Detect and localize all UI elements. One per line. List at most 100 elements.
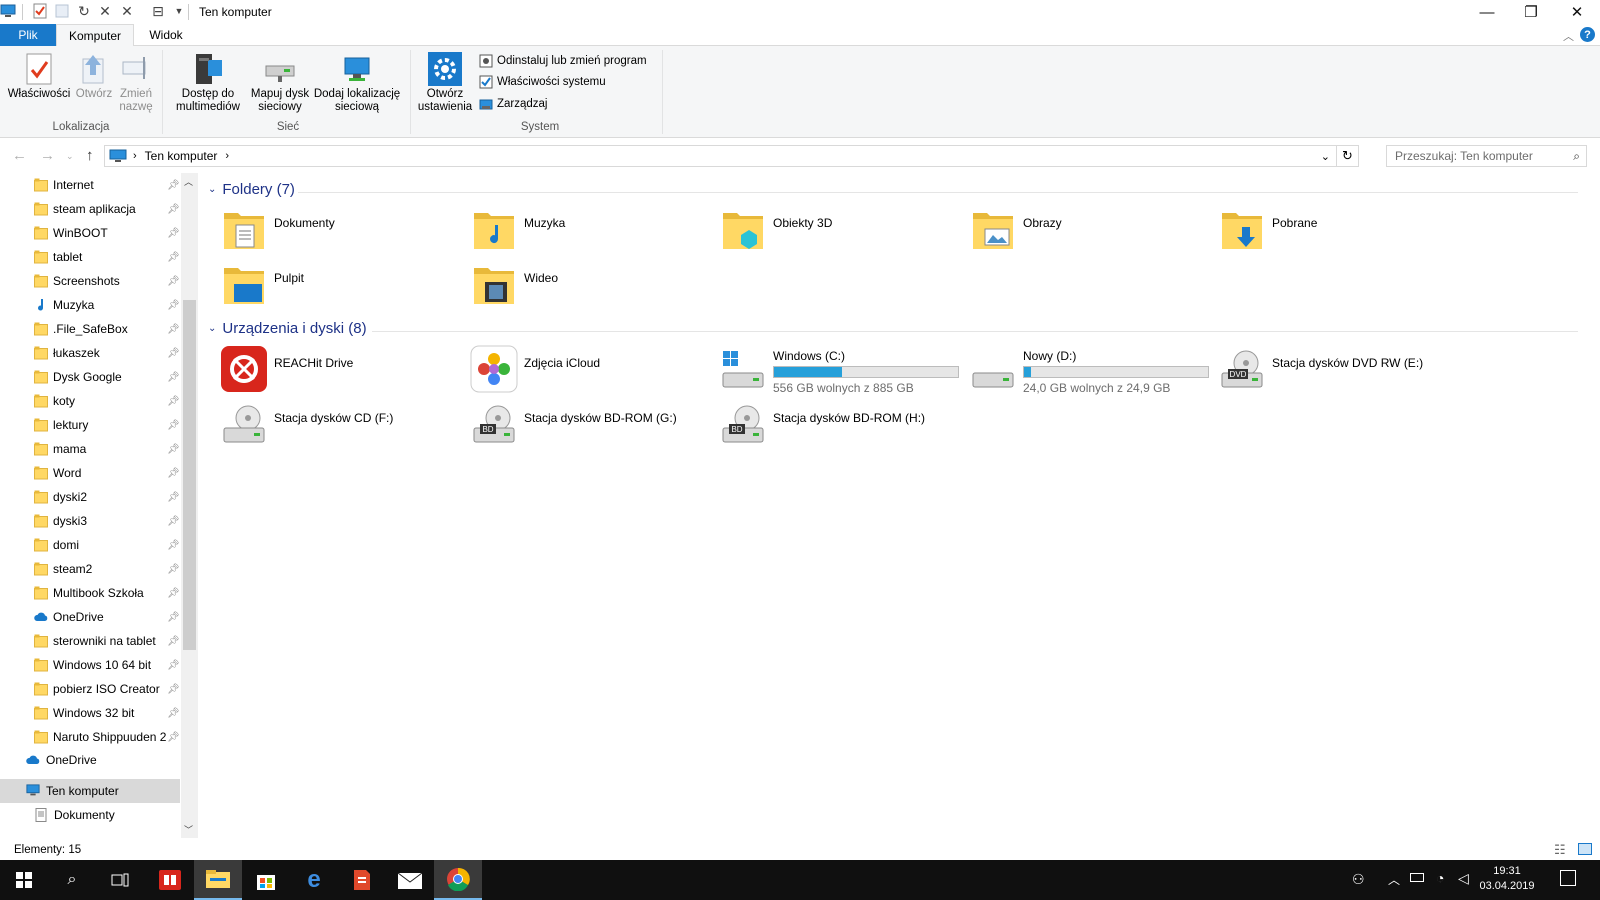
chevron-up-icon[interactable]: ︿: [1388, 871, 1400, 888]
sidebar-item-documents[interactable]: Dokumenty: [0, 803, 180, 827]
pin-icon[interactable]: 📌︎: [167, 204, 180, 215]
pin-icon[interactable]: 📌︎: [167, 396, 180, 407]
foxit-reader-icon[interactable]: [338, 860, 386, 900]
sidebar-item[interactable]: steam2 📌︎: [0, 557, 180, 581]
maximize-button[interactable]: ❐: [1508, 0, 1554, 24]
clock[interactable]: 19:31 03.04.2019: [1478, 864, 1536, 894]
pin-icon[interactable]: 📌︎: [167, 300, 180, 311]
search-input[interactable]: Przeszukaj: Ten komputer ⌕: [1386, 145, 1587, 167]
sidebar-item[interactable]: Naruto Shippuuden 2 📌︎: [0, 725, 180, 749]
media-access-button[interactable]: Dostęp do multimediów: [168, 52, 248, 114]
pin-icon[interactable]: 📌︎: [167, 492, 180, 503]
pin-icon[interactable]: 📌︎: [167, 252, 180, 263]
store-icon[interactable]: [242, 860, 290, 900]
pin-icon[interactable]: 📌︎: [167, 684, 180, 695]
forward-arrow-icon[interactable]: →: [40, 147, 55, 164]
recent-locations-chevron-icon[interactable]: ⌄: [66, 151, 74, 162]
notifications-icon[interactable]: [1560, 870, 1576, 886]
pin-icon[interactable]: 📌︎: [167, 276, 180, 287]
task-view-icon[interactable]: [96, 860, 144, 900]
pin-icon[interactable]: 📌︎: [167, 348, 180, 359]
list-item[interactable]: Pulpit: [220, 260, 470, 312]
pin-icon[interactable]: 📌︎: [167, 708, 180, 719]
pin-icon[interactable]: 📌︎: [167, 468, 180, 479]
rename-button[interactable]: Zmień nazwę: [116, 52, 156, 114]
sidebar-item[interactable]: WinBOOT 📌︎: [0, 221, 180, 245]
start-windows-icon[interactable]: [0, 860, 48, 900]
pin-icon[interactable]: 📌︎: [167, 372, 180, 383]
section-header-folders[interactable]: ⌄ Foldery (7): [208, 181, 295, 198]
books-app-icon[interactable]: [146, 860, 194, 900]
pin-icon[interactable]: 📌︎: [167, 324, 180, 335]
open-button[interactable]: Otwórz: [72, 52, 116, 101]
list-item[interactable]: Stacja dysków CD (F:): [220, 400, 470, 452]
scroll-down-icon[interactable]: ﹀: [184, 823, 193, 836]
sidebar-item[interactable]: koty 📌︎: [0, 389, 180, 413]
collapse-ribbon-icon[interactable]: ︿: [1563, 28, 1574, 44]
list-item[interactable]: BD Stacja dysków BD-ROM (G:): [470, 400, 720, 452]
sidebar-item[interactable]: Windows 32 bit 📌︎: [0, 701, 180, 725]
sidebar-item[interactable]: lektury 📌︎: [0, 413, 180, 437]
breadcrumb-chevron-icon[interactable]: ›: [225, 150, 229, 162]
pin-icon[interactable]: 📌︎: [167, 636, 180, 647]
tab-view[interactable]: Widok: [134, 24, 198, 46]
section-header-devices[interactable]: ⌄ Urządzenia i dyski (8): [208, 320, 367, 337]
people-icon[interactable]: ⚇: [1352, 871, 1365, 888]
sidebar-item[interactable]: dyski3 📌︎: [0, 509, 180, 533]
sidebar-scrollbar-thumb[interactable]: [183, 300, 196, 650]
system-properties-button[interactable]: Właściwości systemu: [479, 73, 606, 91]
list-item[interactable]: Nowy (D:) 24,0 GB wolnych z 24,9 GB: [969, 345, 1219, 397]
sidebar-item-this-pc[interactable]: Ten komputer: [0, 779, 180, 803]
file-explorer-icon[interactable]: [194, 860, 242, 900]
chrome-browser-icon[interactable]: [434, 860, 482, 900]
list-item[interactable]: Muzyka: [470, 205, 720, 257]
list-item[interactable]: BD Stacja dysków BD-ROM (H:): [719, 400, 969, 452]
list-item[interactable]: Wideo: [470, 260, 720, 312]
refresh-icon[interactable]: ↻: [1336, 145, 1358, 167]
scroll-up-icon[interactable]: ︿: [184, 175, 193, 188]
pin-icon[interactable]: 📌︎: [167, 540, 180, 551]
sidebar-item[interactable]: Multibook Szkoła 📌︎: [0, 581, 180, 605]
list-item[interactable]: Obiekty 3D: [719, 205, 969, 257]
breadcrumb[interactable]: Ten komputer: [145, 149, 218, 163]
volume-icon[interactable]: ◁: [1458, 870, 1469, 887]
back-arrow-icon[interactable]: ←: [12, 147, 27, 164]
breadcrumb-chevron-icon[interactable]: ›: [133, 150, 137, 162]
pin-icon[interactable]: 📌︎: [167, 612, 180, 623]
open-settings-button[interactable]: Otwórz ustawienia: [416, 52, 474, 114]
sidebar-item[interactable]: tablet 📌︎: [0, 245, 180, 269]
sidebar-item[interactable]: pobierz ISO Creator 📌︎: [0, 677, 180, 701]
manage-button[interactable]: Zarządzaj: [479, 95, 548, 113]
sidebar-item[interactable]: OneDrive 📌︎: [0, 605, 180, 629]
up-arrow-icon[interactable]: ↑: [86, 147, 94, 164]
list-item[interactable]: Windows (C:) 556 GB wolnych z 885 GB: [719, 345, 969, 397]
pin-icon[interactable]: 📌︎: [167, 444, 180, 455]
sidebar-item[interactable]: dyski2 📌︎: [0, 485, 180, 509]
edge-browser-icon[interactable]: e: [290, 860, 338, 900]
pin-icon[interactable]: 📌︎: [167, 180, 180, 191]
pin-icon[interactable]: 📌︎: [167, 588, 180, 599]
tab-file[interactable]: Plik: [0, 24, 56, 46]
battery-icon[interactable]: [1410, 873, 1424, 882]
list-item[interactable]: Pobrane: [1218, 205, 1468, 257]
sidebar-item[interactable]: Dysk Google 📌︎: [0, 365, 180, 389]
sidebar-item[interactable]: domi 📌︎: [0, 533, 180, 557]
list-item[interactable]: DVD Stacja dysków DVD RW (E:): [1218, 345, 1468, 397]
wifi-icon[interactable]: ◔: [1436, 870, 1444, 886]
address-dropdown-icon[interactable]: ⌄: [1321, 150, 1330, 163]
search-icon[interactable]: ⌕: [48, 860, 96, 900]
mail-icon[interactable]: [386, 860, 434, 900]
sidebar-item[interactable]: steam aplikacja 📌︎: [0, 197, 180, 221]
sidebar-item[interactable]: .File_SafeBox 📌︎: [0, 317, 180, 341]
redo-icon[interactable]: ↻: [76, 3, 92, 19]
details-view-icon[interactable]: ☷: [1554, 842, 1566, 858]
tab-computer[interactable]: Komputer: [56, 24, 134, 47]
new-folder-quick-icon[interactable]: [54, 3, 70, 19]
sidebar-item[interactable]: łukaszek 📌︎: [0, 341, 180, 365]
minimize-button[interactable]: —: [1464, 0, 1510, 24]
customize-toolbar-icon[interactable]: ⊟: [150, 3, 166, 19]
delete-icon[interactable]: ✕: [97, 3, 113, 19]
help-icon[interactable]: ?: [1580, 27, 1595, 42]
list-item[interactable]: Obrazy: [969, 205, 1219, 257]
uninstall-program-button[interactable]: Odinstaluj lub zmień program: [479, 52, 647, 70]
